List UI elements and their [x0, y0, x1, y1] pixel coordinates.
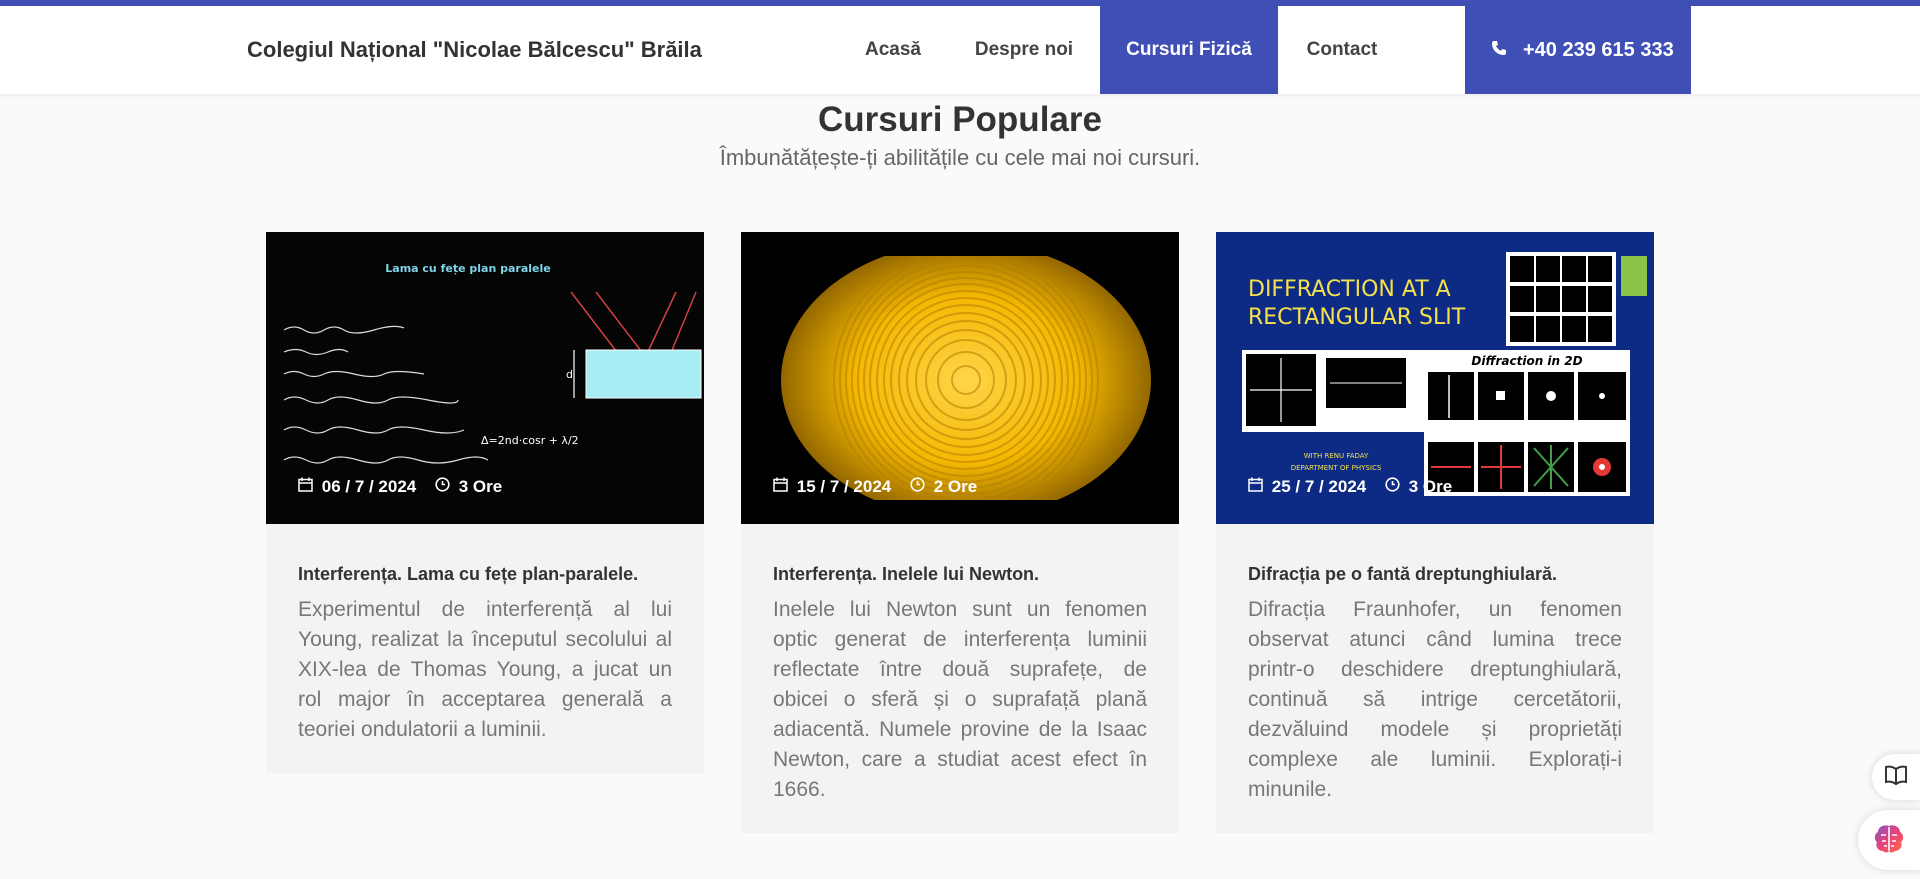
- nav-item-acasa[interactable]: Acasă: [846, 6, 940, 94]
- course-meta: 06 / 7 / 2024 3 Ore: [298, 477, 516, 497]
- course-card[interactable]: Lama cu fețe plan paralele d Δ=2nd·cosr …: [266, 232, 704, 773]
- clock-icon: [910, 477, 930, 496]
- course-body: Interferența. Inelele lui Newton. Inelel…: [741, 524, 1179, 833]
- phone-icon: [1491, 7, 1509, 95]
- site-brand[interactable]: Colegiul Național "Nicolae Bălcescu" Bră…: [247, 6, 702, 94]
- thumb-dept: DEPARTMENT OF PHYSICS: [1291, 464, 1382, 472]
- course-thumbnail[interactable]: Lama cu fețe plan paralele d Δ=2nd·cosr …: [266, 232, 704, 524]
- clock-icon: [435, 477, 455, 496]
- nav-item-cursuri-fizica[interactable]: Cursuri Fizică: [1100, 6, 1278, 94]
- course-body: Difracția pe o fantă dreptunghiulară. Di…: [1216, 524, 1654, 833]
- course-duration: 2 Ore: [933, 477, 978, 496]
- svg-text:d: d: [566, 368, 573, 381]
- course-meta: 25 / 7 / 2024 3 Ore: [1248, 477, 1466, 497]
- thumb-heading-1: DIFFRACTION AT A: [1248, 277, 1451, 302]
- course-body: Interferența. Lama cu fețe plan-paralele…: [266, 524, 704, 773]
- book-reader-icon: [1884, 765, 1908, 790]
- brain-icon: [1872, 825, 1906, 860]
- phone-button[interactable]: +40 239 615 333: [1465, 6, 1691, 94]
- course-title[interactable]: Difracția pe o fantă dreptunghiulară.: [1248, 564, 1622, 585]
- course-description: Experimentul de interferență al lui Youn…: [298, 598, 672, 741]
- course-description: Difracția Fraunhofer, un fenomen observa…: [1248, 598, 1622, 801]
- section-title: Cursuri Populare: [818, 100, 1102, 139]
- calendar-icon: [773, 477, 793, 496]
- course-title[interactable]: Interferența. Inelele lui Newton.: [773, 564, 1147, 585]
- navbar: Colegiul Național "Nicolae Bălcescu" Bră…: [0, 6, 1920, 94]
- course-date: 06 / 7 / 2024: [321, 477, 417, 496]
- thumb-formula: Δ=2nd·cosr + λ/2: [481, 434, 579, 447]
- course-thumbnail[interactable]: 15 / 7 / 2024 2 Ore: [741, 232, 1179, 524]
- course-date: 25 / 7 / 2024: [1271, 477, 1367, 496]
- section-subtitle: Îmbunătățește-ți abilitățile cu cele mai…: [719, 145, 1201, 170]
- nav-item-contact[interactable]: Contact: [1290, 6, 1394, 94]
- assistant-button[interactable]: [1858, 810, 1920, 870]
- course-description: Inelele lui Newton sunt un fenomen optic…: [773, 598, 1147, 801]
- course-card[interactable]: DIFFRACTION AT A RECTANGULAR SLIT Diffra…: [1216, 232, 1654, 833]
- thumb-author: WITH RENU FADAY: [1304, 452, 1369, 460]
- course-duration: 3 Ore: [458, 477, 503, 496]
- thumb-heading: Lama cu fețe plan paralele: [385, 262, 550, 275]
- course-card[interactable]: 15 / 7 / 2024 2 Ore Interferența. Inelel…: [741, 232, 1179, 833]
- phone-number: +40 239 615 333: [1523, 39, 1674, 61]
- nav-item-despre-noi[interactable]: Despre noi: [960, 6, 1088, 94]
- course-date: 15 / 7 / 2024: [796, 477, 892, 496]
- thumb-heading-2: RECTANGULAR SLIT: [1248, 305, 1466, 330]
- calendar-icon: [1248, 477, 1268, 496]
- course-meta: 15 / 7 / 2024 2 Ore: [773, 477, 991, 497]
- course-duration: 3 Ore: [1408, 477, 1453, 496]
- reader-button[interactable]: [1872, 754, 1920, 800]
- course-thumbnail[interactable]: DIFFRACTION AT A RECTANGULAR SLIT Diffra…: [1216, 232, 1654, 524]
- course-title[interactable]: Interferența. Lama cu fețe plan-paralele…: [298, 564, 672, 585]
- thumb-panel-title: Diffraction in 2D: [1471, 354, 1582, 368]
- clock-icon: [1385, 477, 1405, 496]
- calendar-icon: [298, 477, 318, 496]
